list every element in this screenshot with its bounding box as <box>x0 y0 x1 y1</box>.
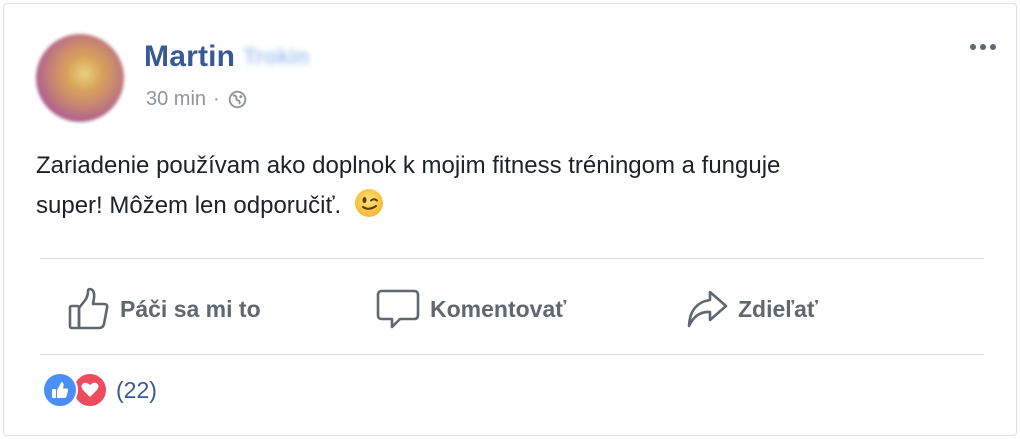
post-actions: Páči sa mi to Komentovať Zdieľať <box>40 274 984 344</box>
thumbs-up-icon <box>68 287 109 330</box>
dot <box>970 44 976 50</box>
like-reaction-icon <box>42 372 78 408</box>
post-meta: 30 min · <box>146 88 247 111</box>
author-avatar[interactable] <box>36 34 124 122</box>
dot <box>980 44 986 50</box>
comment-label: Komentovať <box>430 295 567 322</box>
post-text-line-2: super! Môžem len odporučiť. <box>36 186 966 226</box>
thumbs-up-small-icon <box>52 382 69 398</box>
share-label: Zdieľať <box>738 295 818 322</box>
author-first-name[interactable]: Martin <box>144 40 235 74</box>
dot <box>990 44 996 50</box>
globe-icon[interactable] <box>228 90 247 109</box>
post-text-line: super! Môžem len odporučiť. <box>36 192 342 219</box>
share-button[interactable]: Zdieľať <box>686 274 818 344</box>
divider-top <box>40 258 984 259</box>
post-author[interactable]: Martin Trokin <box>144 40 309 74</box>
reactions-summary[interactable]: (22) <box>42 372 157 408</box>
more-options-icon[interactable] <box>970 44 996 50</box>
post-text-line: Zariadenie používam ako doplnok k mojim … <box>36 152 781 179</box>
like-label: Páči sa mi to <box>120 295 261 322</box>
like-button[interactable]: Páči sa mi to <box>68 274 261 344</box>
post-timestamp[interactable]: 30 min <box>146 88 206 111</box>
share-icon <box>687 290 728 328</box>
author-last-name-blurred: Trokin <box>243 44 310 69</box>
heart-icon <box>81 382 99 397</box>
wink-emoji-icon <box>354 189 383 217</box>
comment-button[interactable]: Komentovať <box>376 274 566 344</box>
comment-icon <box>376 289 420 329</box>
post-card: Martin Trokin 30 min · Zariadenie použív… <box>3 3 1017 436</box>
reaction-count[interactable]: (22) <box>116 377 157 404</box>
divider-bottom <box>40 354 984 355</box>
post-text: Zariadenie používam ako doplnok k mojim … <box>36 146 966 226</box>
meta-separator: · <box>213 88 220 110</box>
